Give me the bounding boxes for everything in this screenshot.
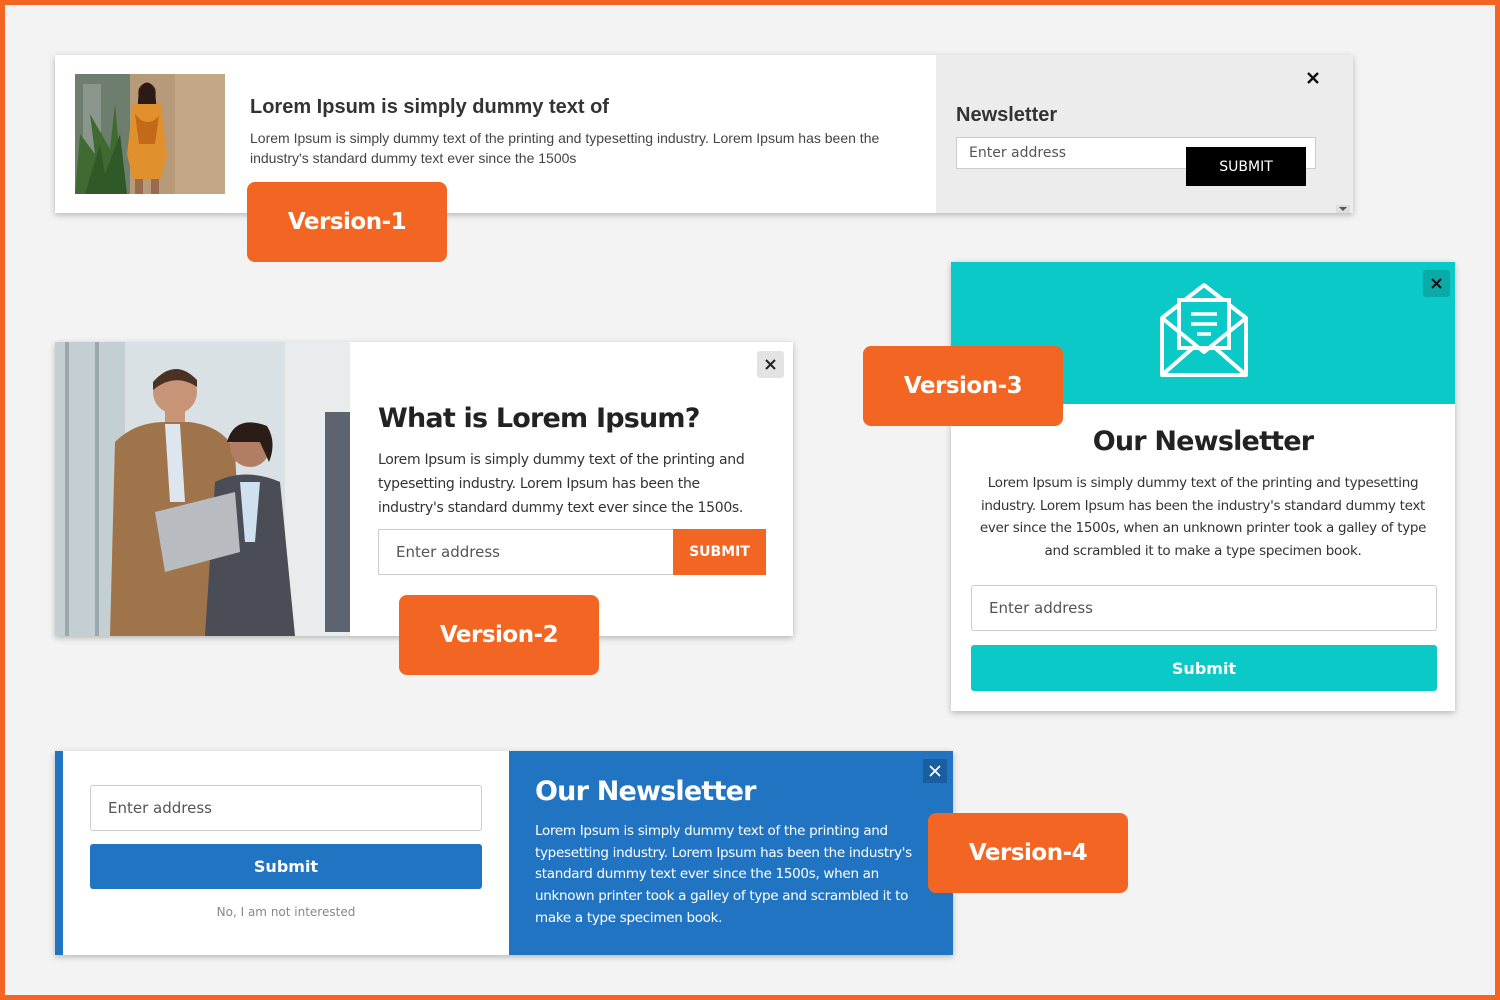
v1-newsletter-heading: Newsletter [956,104,1058,126]
close-icon [929,765,941,777]
v3-close-button[interactable] [1423,270,1450,297]
v2-title: What is Lorem Ipsum? [378,403,700,434]
version-1-badge: Version-1 [247,182,447,262]
close-icon [1307,72,1319,84]
v3-submit-button[interactable]: Submit [971,645,1437,691]
v4-submit-button[interactable]: Submit [90,844,482,889]
v4-close-button[interactable] [923,759,947,783]
v3-body: Lorem Ipsum is simply dummy text of the … [979,475,1427,559]
v1-close-button[interactable] [1302,67,1324,89]
chevron-down-icon [1339,207,1347,211]
close-icon [1431,278,1442,289]
v4-body: Lorem Ipsum is simply dummy text of the … [535,823,912,926]
v4-info-panel: Our Newsletter Lorem Ipsum is simply dum… [509,751,953,955]
popup-version-2: What is Lorem Ipsum? Lorem Ipsum is simp… [55,342,793,636]
v3-title: Our Newsletter [1092,426,1314,457]
v2-body: Lorem Ipsum is simply dummy text of the … [378,452,745,516]
v4-title: Our Newsletter [535,776,756,807]
popup-version-4: Submit No, I am not interested Our Newsl… [55,751,953,955]
v4-decline-link[interactable]: No, I am not interested [90,905,482,919]
close-icon [765,359,776,370]
v2-close-button[interactable] [757,351,784,378]
business-people-photo [55,342,350,636]
v1-body: Lorem Ipsum is simply dummy text of the … [250,130,880,166]
v1-scroll-arrow[interactable] [1336,205,1350,213]
version-2-badge: Version-2 [399,595,599,675]
v1-submit-button[interactable]: SUBMIT [1186,147,1306,186]
v2-email-input[interactable] [378,529,674,575]
v4-email-input[interactable] [90,785,482,831]
v2-submit-button[interactable]: SUBMIT [673,529,766,575]
popup-version-3: Our Newsletter Lorem Ipsum is simply dum… [951,262,1455,711]
version-4-badge: Version-4 [928,813,1128,893]
open-envelope-icon [1160,283,1248,377]
version-3-badge: Version-3 [863,346,1063,426]
v1-title: Lorem Ipsum is simply dummy text of [250,96,609,118]
v3-email-input[interactable] [971,585,1437,631]
woman-photo [75,74,225,194]
v1-newsletter-panel: Newsletter SUBMIT [936,55,1353,213]
